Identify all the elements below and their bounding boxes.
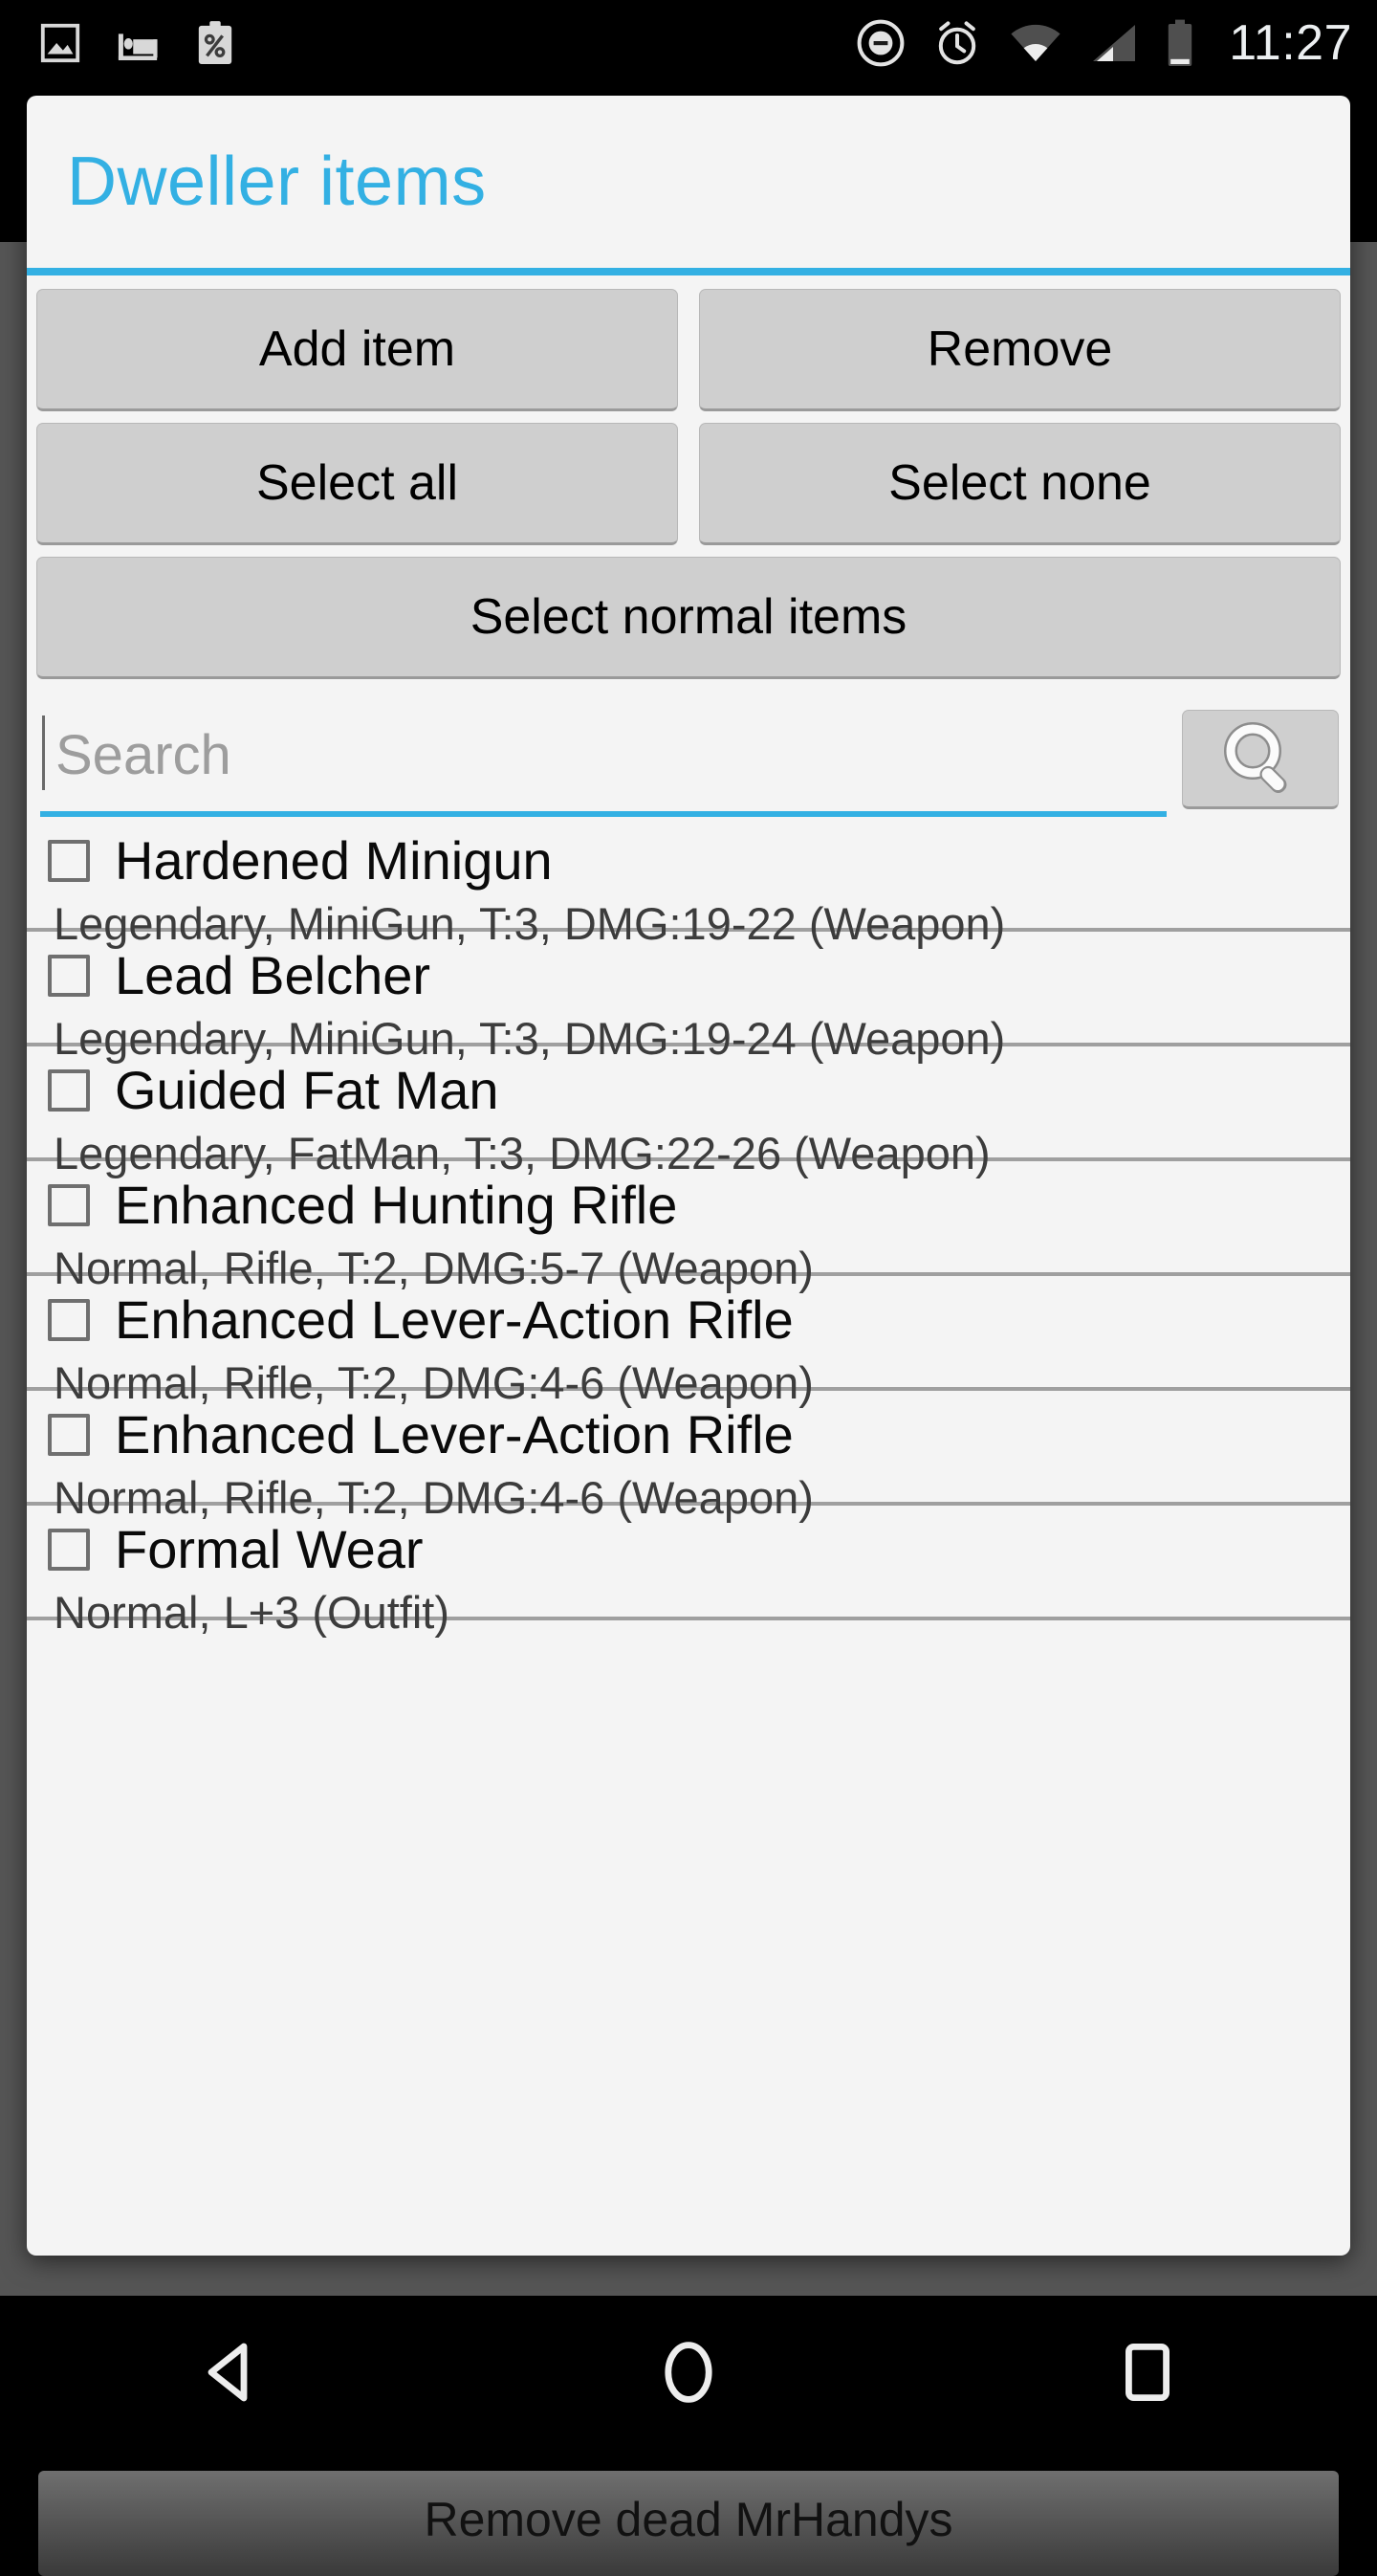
item-details: Normal, L+3 (Outfit) (54, 1587, 449, 1638)
battery-icon (1169, 19, 1192, 66)
status-bar-notification-icons (38, 20, 235, 66)
select-all-button[interactable]: Select all (36, 423, 678, 545)
alarm-icon (939, 21, 976, 65)
search-input[interactable]: Search (40, 698, 1167, 817)
item-name: Enhanced Lever-Action Rifle (115, 1404, 794, 1464)
wifi-icon (1011, 24, 1060, 62)
list-item-header: Lead Belcher (48, 949, 1329, 1002)
item-checkbox[interactable] (48, 1529, 90, 1571)
select-none-button[interactable]: Select none (699, 423, 1341, 545)
table-row[interactable]: Guided Fat Man Legendary, FatMan, T:3, D… (27, 1046, 1350, 1176)
action-button-row-2: Select all Select none (27, 423, 1350, 557)
background-remove-dead-mrhandys-button[interactable]: Remove dead MrHandys (38, 2471, 1339, 2576)
list-item-header: Hardened Minigun (48, 834, 1329, 888)
item-checkbox[interactable] (48, 1184, 90, 1226)
action-button-row-3: Select normal items (27, 557, 1350, 691)
home-circle-icon (665, 2342, 712, 2403)
item-checkbox[interactable] (48, 1069, 90, 1112)
list-item-header: Guided Fat Man (48, 1064, 1329, 1117)
table-row[interactable]: Enhanced Hunting Rifle Normal, Rifle, T:… (27, 1161, 1350, 1290)
magnifier-icon (1224, 722, 1287, 793)
item-name: Enhanced Lever-Action Rifle (115, 1289, 794, 1350)
cellular-signal-icon (1093, 25, 1136, 61)
recents-button[interactable] (1052, 2296, 1243, 2449)
status-bar-system-icons: 11:27 (856, 14, 1352, 72)
dialog-body: Add item Remove Select all Select none S… (27, 275, 1350, 2256)
item-checkbox[interactable] (48, 1299, 90, 1341)
image-icon (40, 23, 80, 63)
action-buttons: Add item Remove Select all Select none S… (27, 275, 1350, 691)
do-not-disturb-icon (857, 19, 905, 67)
search-button[interactable] (1182, 710, 1339, 809)
dweller-items-dialog: Dweller items Add item Remove Select all… (27, 96, 1350, 2256)
item-name: Lead Belcher (115, 945, 431, 1005)
recents-square-icon (1126, 2344, 1170, 2402)
list-item-header: Enhanced Lever-Action Rifle (48, 1293, 1329, 1347)
text-caret (42, 716, 45, 790)
dialog-header: Dweller items (27, 96, 1350, 268)
item-name: Enhanced Hunting Rifle (115, 1175, 678, 1235)
status-bar-clock: 11:27 (1229, 15, 1352, 71)
item-name: Hardened Minigun (115, 830, 553, 891)
dialog-title: Dweller items (67, 143, 487, 220)
bed-icon (118, 33, 158, 61)
item-checkbox[interactable] (48, 840, 90, 882)
item-name: Formal Wear (115, 1519, 424, 1579)
select-normal-items-button[interactable]: Select normal items (36, 557, 1341, 679)
background-button-label: Remove dead MrHandys (424, 2493, 953, 2546)
table-row[interactable]: Formal Wear Normal, L+3 (Outfit) (27, 1506, 1350, 1635)
remove-button[interactable]: Remove (699, 289, 1341, 411)
back-triangle-icon (208, 2343, 248, 2402)
android-navigation-bar (0, 2296, 1377, 2449)
item-checkbox[interactable] (48, 1414, 90, 1456)
item-name: Guided Fat Man (115, 1060, 499, 1120)
clipboard-percent-icon (198, 21, 232, 64)
back-button[interactable] (134, 2296, 325, 2449)
dweller-item-list[interactable]: Hardened Minigun Legendary, MiniGun, T:3… (27, 817, 1350, 2256)
add-item-button[interactable]: Add item (36, 289, 678, 411)
table-row[interactable]: Lead Belcher Legendary, MiniGun, T:3, DM… (27, 932, 1350, 1061)
list-item-header: Enhanced Lever-Action Rifle (48, 1408, 1329, 1462)
home-button[interactable] (593, 2296, 784, 2449)
table-row[interactable]: Enhanced Lever-Action Rifle Normal, Rifl… (27, 1276, 1350, 1405)
search-placeholder: Search (55, 723, 231, 786)
action-button-row-1: Add item Remove (27, 289, 1350, 423)
status-bar: 11:27 (0, 0, 1377, 86)
list-item-header: Enhanced Hunting Rifle (48, 1178, 1329, 1232)
item-checkbox[interactable] (48, 955, 90, 997)
list-item-header: Formal Wear (48, 1523, 1329, 1576)
table-row[interactable]: Enhanced Lever-Action Rifle Normal, Rifl… (27, 1391, 1350, 1520)
table-row[interactable]: Hardened Minigun Legendary, MiniGun, T:3… (27, 817, 1350, 946)
dialog-title-divider (27, 268, 1350, 275)
search-row: Search (27, 691, 1350, 817)
